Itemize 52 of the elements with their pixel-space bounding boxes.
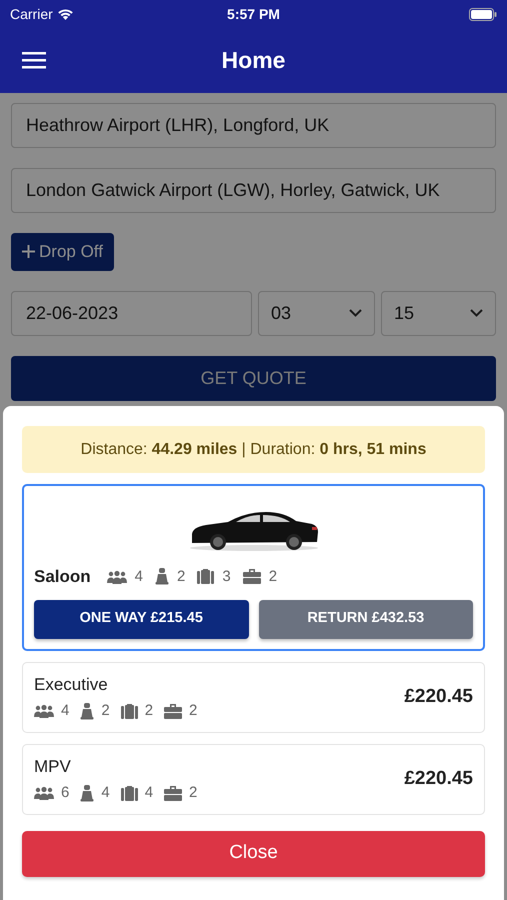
wifi-icon — [56, 8, 74, 20]
suitcase-count: 2 — [144, 701, 154, 721]
hour-select[interactable]: 03 — [258, 290, 375, 336]
minute-select[interactable]: 15 — [381, 290, 496, 336]
battery-icon — [469, 8, 497, 20]
vehicle-name: MPV — [34, 756, 72, 778]
people-icon — [34, 786, 54, 800]
briefcase-count: 2 — [189, 783, 198, 803]
vehicle-price: £220.45 — [404, 684, 473, 709]
vehicle-name: Executive — [34, 674, 109, 696]
pickup-field[interactable]: Heathrow Airport (LHR), Longford, UK — [11, 103, 496, 148]
menu-icon[interactable] — [22, 52, 46, 69]
child-seat-count: 2 — [177, 566, 186, 586]
passenger-count: 4 — [134, 566, 144, 586]
briefcase-icon — [164, 704, 182, 719]
briefcase-count: 2 — [189, 701, 198, 721]
add-drop-off-button[interactable]: Drop Off — [11, 233, 114, 270]
vehicle-name: Saloon — [34, 566, 91, 588]
briefcase-icon — [164, 786, 182, 801]
passenger-count: 4 — [61, 701, 70, 721]
child-seat-count: 4 — [101, 783, 110, 803]
clock-time: 5:57 PM — [227, 4, 280, 24]
people-icon — [34, 704, 54, 718]
one-way-price-button[interactable]: ONE WAY £215.45 — [34, 600, 248, 638]
briefcase-icon — [242, 569, 261, 584]
car-seat-icon — [155, 568, 170, 586]
chevron-icon — [349, 309, 362, 317]
dropoff-field[interactable]: London Gatwick Airport (LGW), Horley, Gatwick, UK — [11, 168, 496, 213]
close-button[interactable]: Close — [22, 830, 485, 876]
chevron-icon — [470, 309, 483, 317]
child-seat-count: 2 — [101, 701, 110, 721]
page-title: Home — [222, 46, 286, 76]
get-quote-button[interactable]: GET QUOTE — [11, 356, 496, 400]
suitcase-icon — [120, 704, 138, 719]
plus-icon — [22, 245, 35, 258]
carrier-label: Carrier — [10, 4, 53, 24]
distance-duration-summary: Distance: 44.29 miles | Duration: 0 hrs, 51 mins — [22, 426, 485, 473]
return-price-button[interactable]: RETURN £432.53 — [258, 600, 473, 638]
suitcase-icon — [120, 786, 138, 801]
suitcase-count: 3 — [222, 566, 231, 586]
selected-vehicle-card[interactable]: Saloon 4 2 3 2 ONE WAY £215.45 RETURN £432.53 — [22, 484, 485, 650]
car-seat-icon — [80, 702, 94, 720]
vehicle-card[interactable]: Executive 4 2 2 2 £220.45 — [22, 662, 485, 732]
car-seat-icon — [80, 784, 94, 802]
suitcase-count: 4 — [144, 783, 154, 803]
passenger-count: 6 — [61, 783, 70, 803]
date-field[interactable]: 22-06-2023 — [11, 290, 252, 336]
briefcase-count: 2 — [268, 566, 278, 586]
vehicle-card[interactable]: MPV 6 4 4 2 £220.45 — [22, 744, 485, 814]
suitcase-icon — [197, 569, 214, 584]
people-icon — [106, 570, 127, 584]
vehicle-price: £220.45 — [404, 766, 473, 791]
